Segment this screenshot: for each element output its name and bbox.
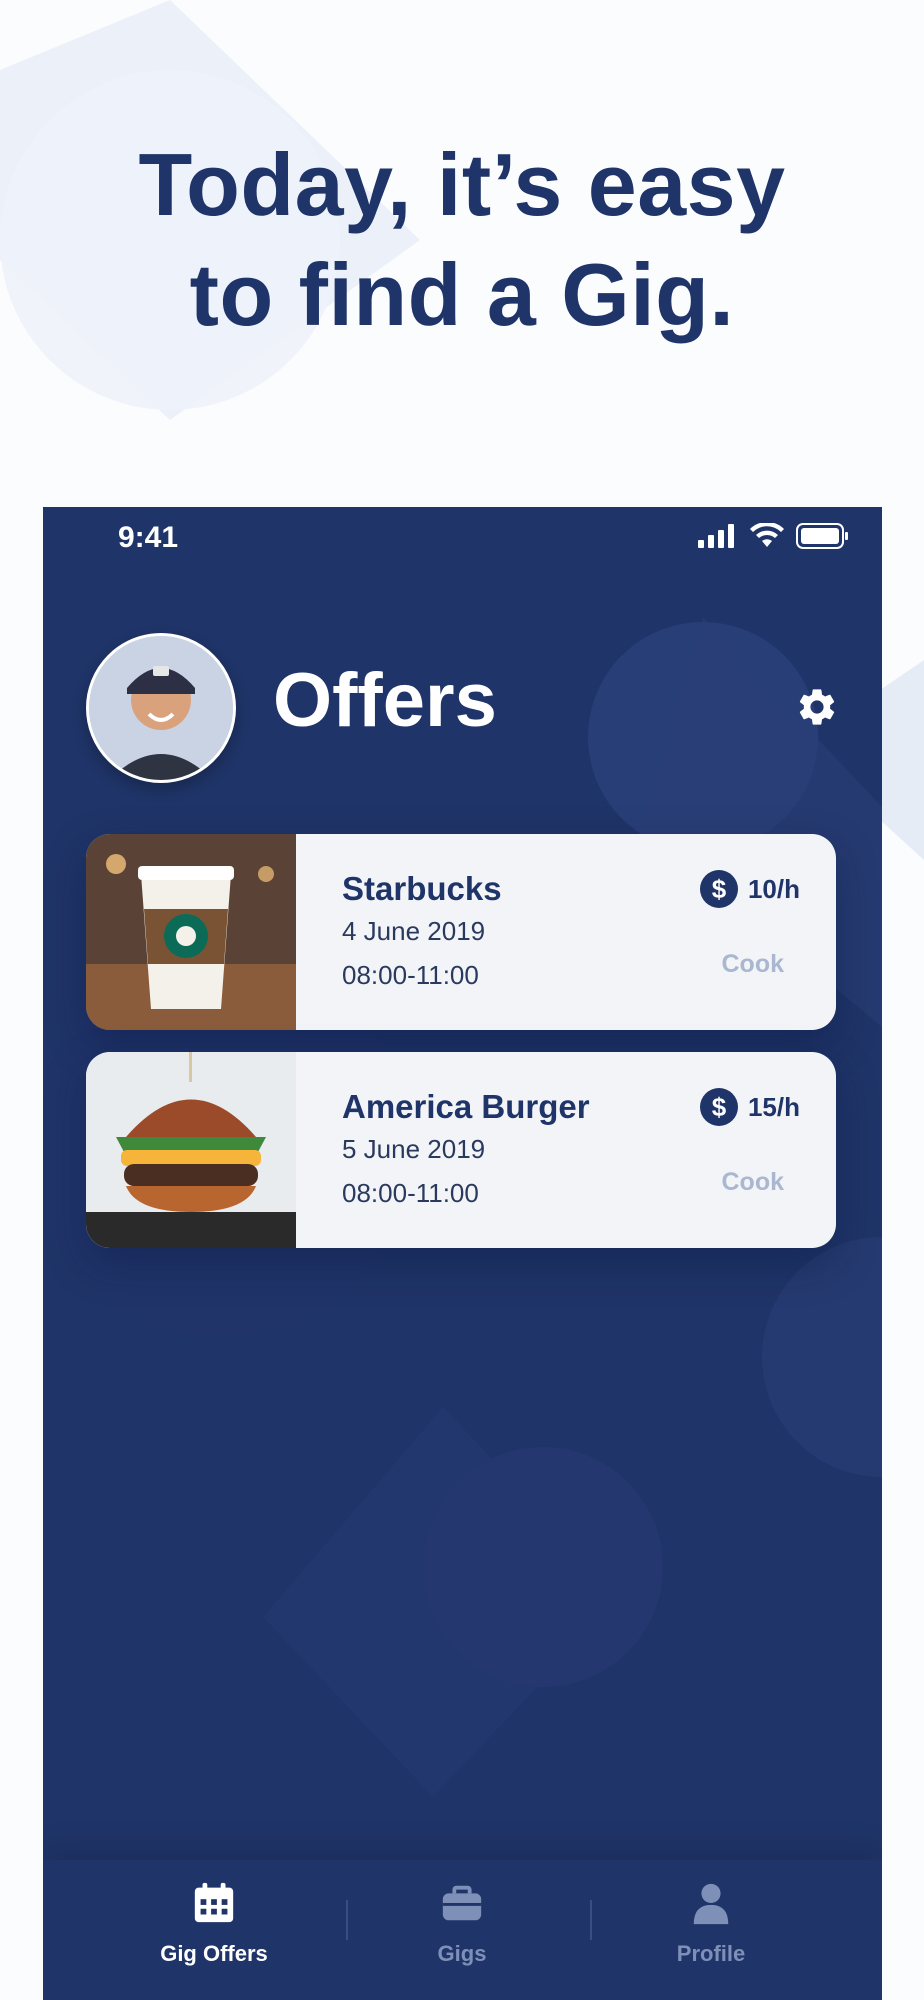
dollar-icon: $ [699, 870, 738, 908]
offer-card[interactable]: Starbucks 4 June 2019 08:00-11:00 $ 10/h… [86, 834, 836, 1030]
briefcase-icon [442, 1885, 482, 1921]
avatar[interactable] [86, 633, 236, 783]
person-icon [693, 1883, 729, 1925]
offer-name: Starbucks [342, 870, 502, 907]
tab-gigs[interactable]: Gigs [362, 1880, 562, 1967]
avatar-photo [89, 636, 233, 780]
burger-photo [86, 1052, 296, 1248]
page-title: Offers [273, 658, 497, 743]
calendar-icon [194, 1882, 234, 1923]
battery-icon [796, 523, 848, 549]
tab-label-gigs: Gigs [437, 1941, 487, 1966]
status-bar: 9:41 [43, 507, 882, 567]
hero-line-1: Today, it’s easy [138, 135, 786, 234]
tab-profile[interactable]: Profile [611, 1880, 811, 1967]
tab-gig-offers[interactable]: Gig Offers [114, 1880, 314, 1967]
offer-role: Cook [721, 950, 785, 978]
status-icons [698, 523, 850, 549]
hero-line-2: to find a Gig. [189, 245, 735, 344]
phone-screen: 9:41 Offers Starbucks 4 June 2019 08:00-… [43, 507, 882, 2000]
tab-label-gig-offers: Gig Offers [160, 1941, 268, 1966]
offer-time: 08:00-11:00 [342, 960, 479, 990]
offer-date: 5 June 2019 [342, 1134, 486, 1164]
signal-icon [698, 524, 734, 548]
wifi-icon [750, 523, 784, 547]
tab-separator [346, 1900, 348, 1940]
offer-rate: $ 15/h [699, 1088, 800, 1126]
offer-role: Cook [721, 1168, 785, 1196]
dollar-icon: $ [699, 1088, 738, 1126]
offer-date: 4 June 2019 [342, 916, 486, 946]
offer-card[interactable]: America Burger 5 June 2019 08:00-11:00 $… [86, 1052, 836, 1248]
offer-time: 08:00-11:00 [342, 1178, 479, 1208]
offer-rate: $ 10/h [699, 870, 800, 908]
tab-separator [590, 1900, 592, 1940]
gear-icon[interactable] [795, 685, 839, 729]
offer-name: America Burger [342, 1088, 590, 1125]
tab-label-profile: Profile [676, 1941, 746, 1966]
hero-headline: Today, it’s easy to find a Gig. [0, 130, 924, 350]
tab-bar: Gig Offers Gigs Profile [43, 1860, 882, 2000]
coffee-cup-photo [86, 834, 296, 1030]
status-time: 9:41 [118, 521, 179, 554]
offer-rate-value: 15/h [747, 1091, 800, 1122]
offer-rate-value: 10/h [747, 873, 800, 904]
